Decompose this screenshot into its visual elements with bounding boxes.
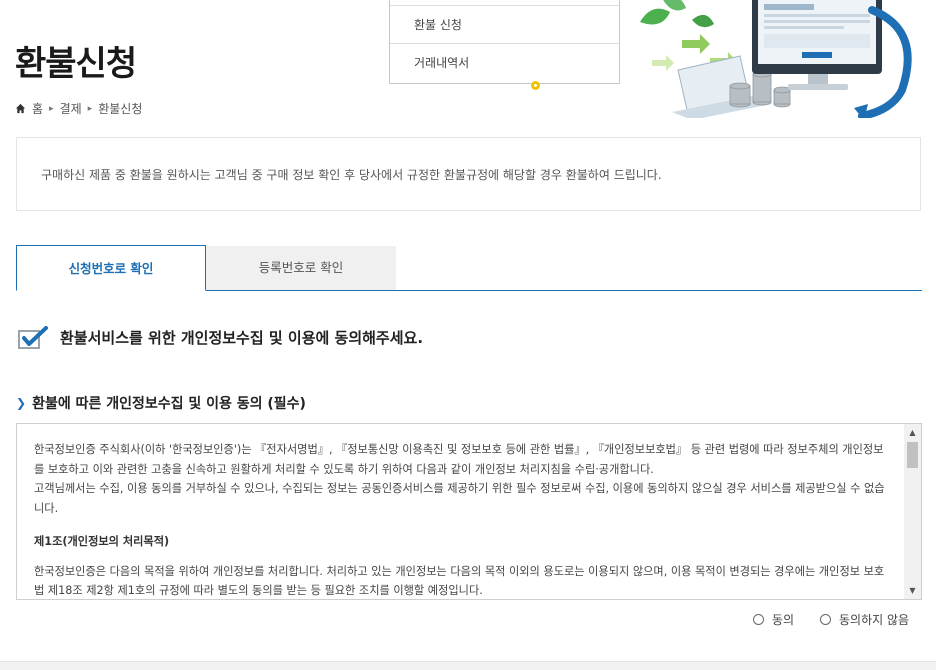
- refund-illustration: [640, 0, 912, 118]
- page-title: 환불신청: [15, 44, 137, 84]
- decorative-dot: [531, 81, 540, 90]
- consent-title: 환불서비스를 위한 개인정보수집 및 이용에 동의해주세요.: [60, 329, 424, 347]
- nav-dropdown-menu: 환불 신청 거래내역서: [389, 0, 620, 84]
- disagree-radio[interactable]: [820, 614, 831, 625]
- breadcrumb: 홈 ▸ 결제 ▸ 환불신청: [15, 100, 142, 117]
- breadcrumb-payment[interactable]: 결제: [60, 100, 82, 117]
- policy-text-box[interactable]: 한국정보인증 주식회사(이하 '한국정보인증')는 『전자서명법』, 『정보통신…: [16, 423, 922, 600]
- checkbox-checked-icon: [18, 326, 48, 349]
- breadcrumb-home[interactable]: 홈: [32, 100, 43, 117]
- section-title-text: 환불에 따른 개인정보수집 및 이용 동의 (필수): [32, 396, 306, 412]
- menu-item-transaction-statement[interactable]: 거래내역서: [390, 44, 619, 82]
- notice-box: 구매하신 제품 중 환불을 원하시는 고객님 중 구매 정보 확인 후 당사에서…: [16, 137, 921, 211]
- home-icon[interactable]: [15, 103, 26, 114]
- scroll-down-icon[interactable]: ▼: [904, 582, 921, 599]
- policy-heading: 제1조(개인정보의 처리목적): [34, 535, 170, 548]
- disagree-radio-option[interactable]: 동의하지 않음: [820, 611, 909, 628]
- chevron-right-icon: ▸: [87, 103, 93, 114]
- policy-content: 한국정보인증 주식회사(이하 '한국정보인증')는 『전자서명법』, 『정보통신…: [34, 440, 886, 599]
- policy-paragraph: 고객님께서는 수집, 이용 동의를 거부하실 수 있으나, 수집되는 정보는 공…: [34, 482, 885, 515]
- breadcrumb-current: 환불신청: [98, 102, 143, 116]
- agree-radio[interactable]: [753, 614, 764, 625]
- section-title: ❯ 환불에 따른 개인정보수집 및 이용 동의 (필수): [16, 393, 306, 413]
- menu-item-refund-request[interactable]: 환불 신청: [390, 6, 619, 44]
- notice-text: 구매하신 제품 중 환불을 원하시는 고객님 중 구매 정보 확인 후 당사에서…: [41, 168, 662, 182]
- agree-label[interactable]: 동의: [772, 611, 794, 628]
- policy-scrollbar[interactable]: ▲ ▼: [904, 424, 921, 599]
- policy-paragraph: 한국정보인증은 다음의 목적을 위하여 개인정보를 처리합니다. 처리하고 있는…: [34, 564, 885, 598]
- scroll-up-icon[interactable]: ▲: [904, 424, 921, 441]
- chevron-right-icon: ▸: [49, 103, 54, 114]
- chevron-right-icon: ❯: [16, 396, 27, 410]
- scrollbar-thumb[interactable]: [907, 442, 918, 468]
- policy-paragraph: 한국정보인증 주식회사(이하 '한국정보인증')는 『전자서명법』, 『정보통신…: [34, 443, 884, 476]
- disagree-label[interactable]: 동의하지 않음: [839, 611, 909, 628]
- agree-radio-option[interactable]: 동의: [753, 611, 794, 628]
- tab-application-number[interactable]: 신청번호로 확인: [16, 245, 206, 291]
- tab-registration-number[interactable]: 등록번호로 확인: [206, 246, 396, 290]
